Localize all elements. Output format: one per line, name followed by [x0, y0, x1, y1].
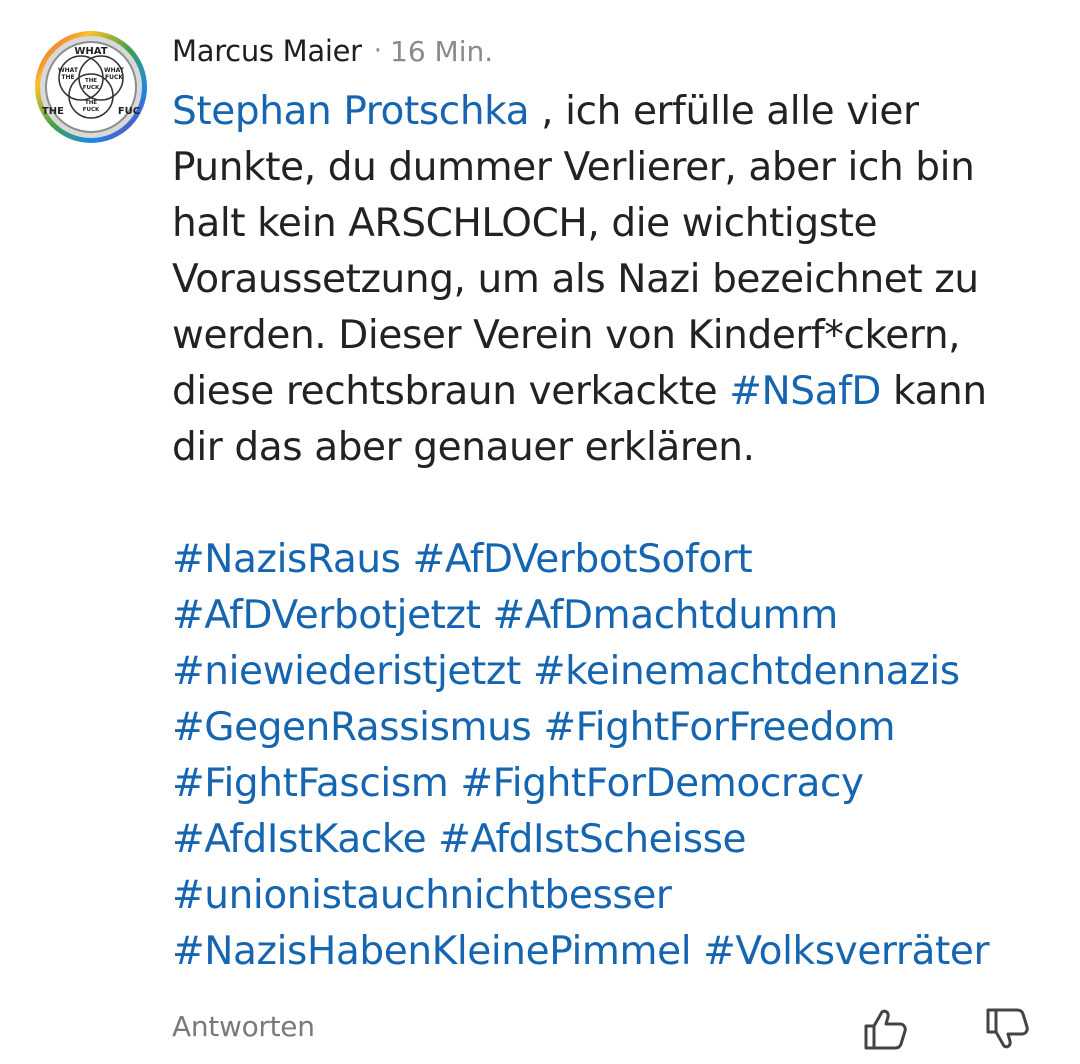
thumbs-up-icon [864, 1009, 907, 1050]
comment-body: Stephan Protschka , ich erfülle alle vie… [172, 84, 1062, 980]
body-line: Stephan Protschka , ich erfülle alle vie… [172, 84, 1062, 140]
avatar-word: WHAT [104, 67, 125, 74]
venn-diagram-avatar-icon: WHAT WHAT WHAT THE FUCK THE FUCK THE FUC… [35, 31, 147, 143]
comment-header: Marcus Maier · 16 Min. [172, 28, 493, 74]
body-line: Punkte, du dummer Verlierer, aber ich bi… [172, 145, 975, 190]
body-line: dir das aber genauer erklären. [172, 425, 755, 470]
avatar-word: FUC [118, 106, 140, 117]
hashtag-line[interactable]: #NazisRaus #AfDVerbotSofort [172, 532, 1062, 588]
avatar-word: THE [42, 106, 64, 117]
body-line: halt kein ARSCHLOCH, die wichtigste [172, 201, 878, 246]
avatar-word: THE [85, 78, 97, 84]
avatar-word: THE [85, 100, 97, 106]
reply-button[interactable]: Antworten [172, 1010, 315, 1043]
thumbs-down-icon [986, 1008, 1029, 1049]
like-button[interactable] [860, 1004, 910, 1054]
body-line: diese rechtsbraun verkackte #NSafD kann [172, 364, 1062, 420]
hashtag-line[interactable]: #FightFascism #FightForDemocracy [172, 756, 1062, 812]
body-text-segment: diese rechtsbraun verkackte [172, 369, 730, 414]
avatar-word: FUCK [105, 74, 123, 81]
avatar-word: THE [61, 74, 74, 81]
author-name[interactable]: Marcus Maier [172, 34, 362, 68]
body-text-segment: kann [881, 369, 987, 414]
avatar-word: FUCK [83, 85, 100, 91]
body-text-segment: , ich erfülle alle vier [529, 89, 919, 134]
avatar-word: WHAT [58, 67, 79, 74]
body-line: Voraussetzung, um als Nazi bezeichnet zu [172, 257, 979, 302]
comment-card: WHAT WHAT WHAT THE FUCK THE FUCK THE FUC… [0, 0, 1080, 1064]
avatar-word: FUCK [83, 107, 100, 113]
avatar-word: WHAT [74, 46, 107, 57]
hashtag-line[interactable]: #niewiederistjetzt #keinemachtdennazis [172, 644, 1062, 700]
hashtag-line[interactable]: #AfdIstKacke #AfdIstScheisse [172, 812, 1062, 868]
hashtag-line[interactable]: #unionistauchnichtbesser [172, 868, 1062, 924]
hashtag-line[interactable]: #GegenRassismus #FightForFreedom [172, 700, 1062, 756]
timestamp: 16 Min. [390, 34, 494, 68]
dislike-button[interactable] [982, 1004, 1032, 1054]
avatar[interactable]: WHAT WHAT WHAT THE FUCK THE FUCK THE FUC… [34, 30, 148, 144]
mention-link[interactable]: Stephan Protschka [172, 89, 530, 134]
separator-dot: · [373, 36, 383, 66]
hashtag-link[interactable]: #NSafD [729, 369, 881, 414]
hashtag-line[interactable]: #AfDVerbotjetzt #AfDmachtdumm [172, 588, 1062, 644]
hashtag-line[interactable]: #NazisHabenKleinePimmel #Volksverräter [172, 924, 1062, 980]
body-line: werden. Dieser Verein von Kinderf*ckern, [172, 313, 961, 358]
comment-actions: Antworten [172, 1004, 1042, 1056]
